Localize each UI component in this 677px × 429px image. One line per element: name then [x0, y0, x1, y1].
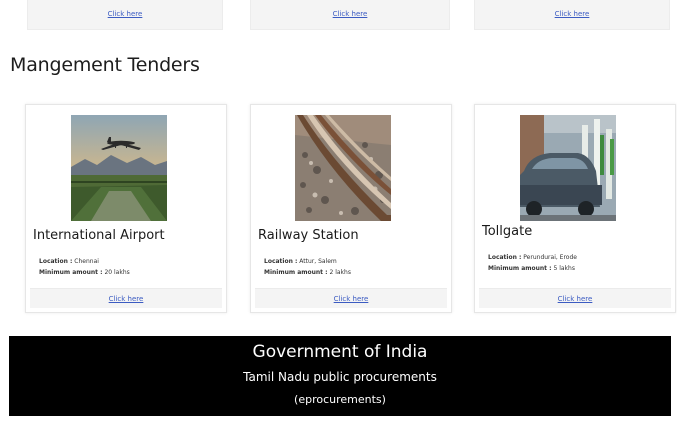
footer-caption: (eprocurements) [294, 393, 386, 406]
section-title: Mangement Tenders [10, 54, 200, 76]
tender-name: Tollgate [482, 224, 533, 239]
tender-card-tollgate: Tollgate Location : Perundurai, Erode Mi… [474, 104, 676, 313]
click-here-link[interactable]: Click here [475, 10, 669, 18]
top-card-2: Click here [250, 0, 450, 30]
minimum-amount-label: Minimum amount : [39, 269, 103, 276]
click-here-link[interactable]: Click here [251, 10, 449, 18]
footer-title: Government of India [252, 342, 428, 362]
minimum-amount-label: Minimum amount : [264, 269, 328, 276]
tender-minimum-amount: Minimum amount : 20 lakhs [39, 268, 130, 278]
location-label: Location : [39, 258, 73, 265]
click-here-link[interactable]: Click here [255, 295, 447, 303]
location-label: Location : [488, 254, 522, 261]
location-value: Perundurai, Erode [523, 254, 577, 261]
tender-name: Railway Station [258, 228, 359, 243]
click-here-link[interactable]: Click here [28, 10, 222, 18]
footer-subtitle: Tamil Nadu public procurements [243, 370, 437, 384]
tender-location: Location : Attur, Salem [264, 257, 337, 267]
location-value: Attur, Salem [299, 258, 337, 265]
tender-minimum-amount: Minimum amount : 5 lakhs [488, 264, 575, 274]
card-footer: Click here [30, 288, 222, 308]
tender-location: Location : Perundurai, Erode [488, 253, 577, 263]
tollgate-car-photo [520, 115, 616, 221]
site-footer: Government of India Tamil Nadu public pr… [9, 336, 671, 416]
tender-location: Location : Chennai [39, 257, 99, 267]
click-here-link[interactable]: Click here [479, 295, 671, 303]
airplane-landing-photo [71, 115, 167, 221]
card-footer: Click here [479, 288, 671, 308]
top-card-3: Click here [474, 0, 670, 30]
top-card-1: Click here [27, 0, 223, 30]
tender-card-airport: International Airport Location : Chennai… [25, 104, 227, 313]
tender-name: International Airport [33, 228, 165, 243]
click-here-link[interactable]: Click here [30, 295, 222, 303]
railway-track-photo [295, 115, 391, 221]
location-label: Location : [264, 258, 298, 265]
minimum-amount-label: Minimum amount : [488, 265, 552, 272]
minimum-amount-value: 5 lakhs [553, 265, 575, 272]
tender-card-railway: Railway Station Location : Attur, Salem … [250, 104, 452, 313]
tender-minimum-amount: Minimum amount : 2 lakhs [264, 268, 351, 278]
minimum-amount-value: 20 lakhs [104, 269, 130, 276]
card-footer: Click here [255, 288, 447, 308]
minimum-amount-value: 2 lakhs [329, 269, 351, 276]
location-value: Chennai [74, 258, 99, 265]
